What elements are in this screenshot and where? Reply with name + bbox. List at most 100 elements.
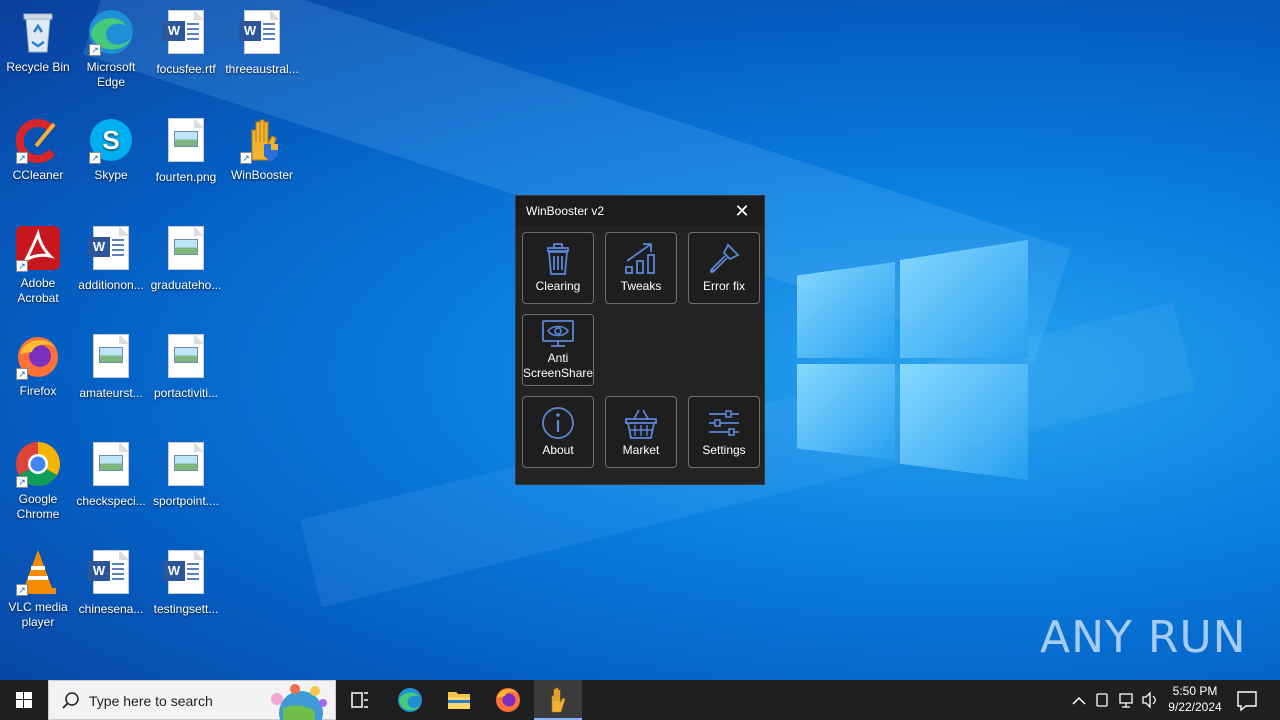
desktop-icon-label: checkspeci...	[76, 494, 146, 508]
desktop-icon-image-file[interactable]: checkspeci...	[73, 440, 149, 509]
desktop-icon-label: Skype	[94, 168, 128, 182]
task-view-button[interactable]	[336, 680, 384, 720]
tray-icons	[1072, 691, 1156, 709]
edge-icon	[398, 688, 422, 712]
image-file-icon	[162, 226, 210, 274]
firefox-icon	[496, 688, 520, 712]
image-file-icon	[162, 334, 210, 382]
anyrun-watermark: ANY RUN	[1040, 612, 1247, 663]
chrome-icon: ↗	[14, 440, 62, 488]
desktop-icon-word-doc[interactable]: W chinesena...	[73, 548, 149, 617]
desktop-icon-image-file[interactable]: sportpoint....	[148, 440, 224, 509]
taskbar-winbooster-button[interactable]	[534, 680, 582, 720]
tweaks-button[interactable]: Tweaks	[605, 232, 677, 304]
search-placeholder: Type here to search	[89, 693, 213, 709]
settings-button[interactable]: Settings	[688, 396, 760, 468]
desktop-icon-label: CCleaner	[12, 168, 64, 182]
taskbar-clock[interactable]: 5:50 PM 9/22/2024	[1160, 683, 1230, 715]
desktop-icon-label: Microsoft Edge	[86, 60, 136, 89]
desktop-icon-label: additionon...	[78, 278, 144, 292]
desktop-icon-word-doc[interactable]: W additionon...	[73, 224, 149, 293]
image-file-icon	[162, 442, 210, 490]
winbooster-window: WinBooster v2 ✕ Clearing Tweaks Error fi…	[515, 195, 765, 485]
desktop-icon-image-file[interactable]: amateurst...	[73, 332, 149, 401]
acrobat-icon: ↗	[14, 224, 62, 272]
folder-icon	[448, 692, 470, 709]
desktop-icon-ccleaner[interactable]: ↗ CCleaner	[0, 116, 76, 183]
desktop-icon-label: testingsett...	[153, 602, 219, 616]
desktop-icon-winbooster[interactable]: ↗ WinBooster	[224, 116, 300, 183]
desktop-icon-label: graduateho...	[150, 278, 222, 292]
task-view-icon	[351, 692, 368, 708]
windows-start-icon	[16, 692, 32, 708]
window-titlebar[interactable]: WinBooster v2 ✕	[516, 196, 764, 226]
desktop-icon-label: amateurst...	[79, 386, 143, 400]
desktop-icon-vlc[interactable]: ↗ VLC media player	[0, 548, 76, 630]
taskbar-search-box[interactable]: Type here to search	[48, 680, 336, 720]
vlc-icon: ↗	[14, 548, 62, 596]
recycle-bin-icon	[14, 8, 62, 56]
desktop-icon-image-file[interactable]: portactiviti...	[148, 332, 224, 401]
desktop-icon-label: VLC media player	[8, 600, 68, 629]
clearing-button[interactable]: Clearing	[522, 232, 594, 304]
market-button[interactable]: Market	[605, 396, 677, 468]
svg-text:S: S	[102, 125, 119, 155]
image-file-icon	[162, 118, 210, 166]
taskbar-firefox-button[interactable]	[484, 680, 532, 720]
desktop-icon-firefox[interactable]: ↗ Firefox	[0, 332, 76, 399]
desktop-icon-recycle-bin[interactable]: Recycle Bin	[0, 8, 76, 75]
tile-label: Market	[622, 443, 660, 457]
start-button[interactable]	[0, 680, 48, 720]
image-file-icon	[87, 442, 135, 490]
desktop-icon-label: threeaustral...	[225, 62, 299, 76]
desktop-icon-label: chinesena...	[78, 602, 144, 616]
search-highlight-icon	[271, 684, 327, 720]
about-button[interactable]: About	[522, 396, 594, 468]
desktop-icon-label: Firefox	[19, 384, 57, 398]
taskbar-edge-button[interactable]	[386, 680, 434, 720]
close-button[interactable]: ✕	[720, 196, 764, 226]
desktop-icon-word-doc[interactable]: W testingsett...	[148, 548, 224, 617]
desktop-icon-microsoft-edge[interactable]: ↗ Microsoft Edge	[73, 8, 149, 90]
desktop-icon-image-file[interactable]: graduateho...	[148, 224, 224, 293]
desktop-icon-adobe-acrobat[interactable]: ↗ Adobe Acrobat	[0, 224, 76, 306]
eye-monitor-icon	[542, 320, 574, 347]
word-doc-icon: W	[87, 550, 135, 598]
word-doc-icon: W	[162, 10, 210, 58]
tile-label: Settings	[702, 443, 746, 457]
desktop-icon-google-chrome[interactable]: ↗ Google Chrome	[0, 440, 76, 522]
screwdriver-icon	[710, 243, 740, 273]
desktop-icon-image-file[interactable]: fourten.png	[148, 116, 224, 185]
windows-logo-wallpaper	[795, 240, 1030, 480]
tile-label: Clearing	[535, 279, 581, 293]
image-file-icon	[87, 334, 135, 382]
action-center-button[interactable]	[1224, 680, 1270, 720]
desktop-icon-word-doc[interactable]: W focusfee.rtf	[148, 8, 224, 77]
info-icon	[542, 407, 574, 439]
tile-label: Error fix	[703, 279, 745, 293]
clock-time: 5:50 PM	[1172, 684, 1218, 698]
chevron-up-icon	[1072, 696, 1086, 705]
tile-label: Tweaks	[620, 279, 662, 293]
desktop-icon-label: Adobe Acrobat	[17, 276, 59, 305]
notification-icon	[1237, 691, 1257, 712]
desktop: Recycle Bin ↗ CCleaner ↗ Adobe Acrobat ↗…	[0, 0, 1280, 680]
sliders-icon	[709, 410, 739, 436]
chart-arrow-icon	[625, 243, 655, 274]
taskbar-file-explorer-button[interactable]	[435, 680, 483, 720]
anti-screenshare-button[interactable]: Anti ScreenShare	[522, 314, 594, 386]
network-icon	[1119, 693, 1133, 704]
desktop-icon-label: WinBooster	[230, 168, 294, 182]
skype-icon: S ↗	[87, 116, 135, 164]
ccleaner-icon: ↗	[14, 116, 62, 164]
desktop-icon-label: focusfee.rtf	[156, 62, 216, 76]
desktop-icon-word-doc[interactable]: W threeaustral...	[224, 8, 300, 77]
firefox-icon: ↗	[14, 332, 62, 380]
tile-label: Anti ScreenShare	[523, 351, 594, 380]
meet-now-icon	[1096, 693, 1108, 707]
desktop-icon-skype[interactable]: S ↗ Skype	[73, 116, 149, 183]
window-title: WinBooster v2	[526, 204, 605, 218]
winbooster-hand-icon	[551, 687, 566, 713]
system-tray	[1068, 680, 1160, 720]
error-fix-button[interactable]: Error fix	[688, 232, 760, 304]
